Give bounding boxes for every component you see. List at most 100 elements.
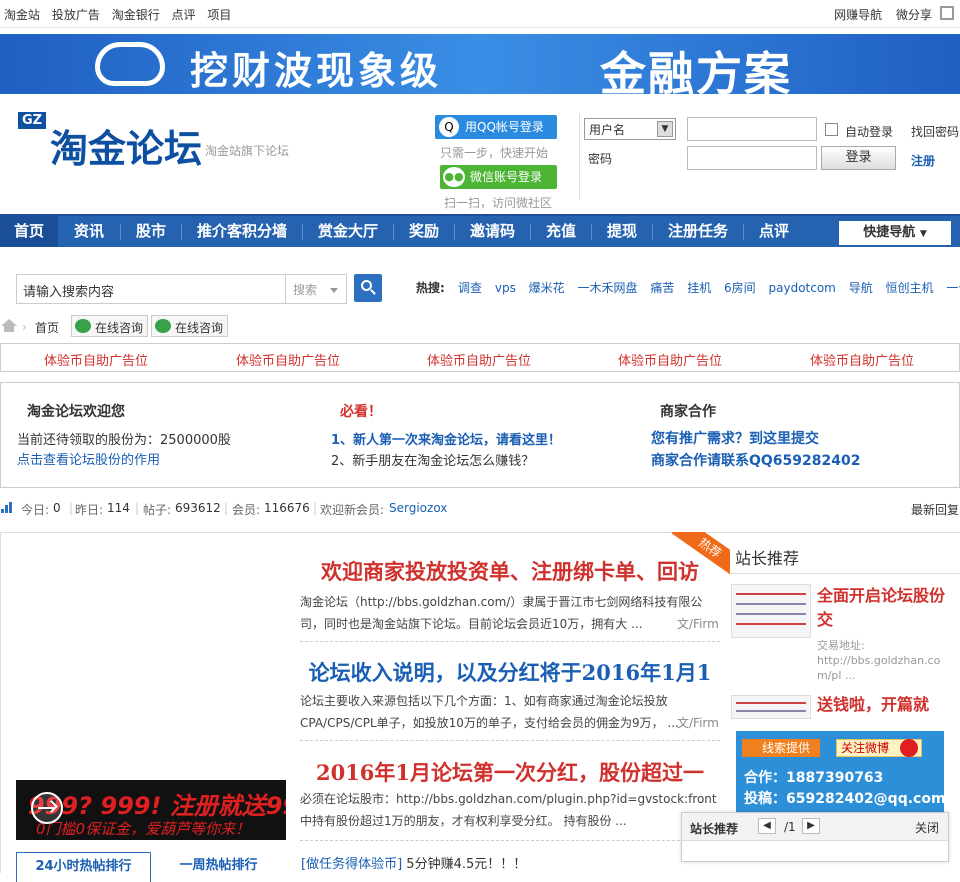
ad-slot[interactable]: 体验币自助广告位 <box>44 350 148 369</box>
article-summary: 必须在论坛股市：http://bbs.goldzhan.com/plugin.p… <box>300 792 717 828</box>
top-links: 淘金站 投放广告 淘金银行 点评 项目 <box>4 6 239 23</box>
top-link-review[interactable]: 点评 <box>172 8 196 22</box>
newest-member-link[interactable]: Sergiozox <box>389 501 447 515</box>
quick-nav-label: 快捷导航 <box>863 225 916 240</box>
posts-count: 693612 <box>175 501 221 515</box>
login-button[interactable]: 登录 <box>821 146 896 170</box>
weibo-icon[interactable] <box>900 739 918 757</box>
today-label: 今日: <box>21 503 50 517</box>
ad-slot[interactable]: 体验币自助广告位 <box>810 350 914 369</box>
hot-term[interactable]: 痛苦 <box>650 281 674 295</box>
hot-term[interactable]: 恒创主机 <box>886 281 934 295</box>
auto-login-checkbox[interactable] <box>825 123 838 136</box>
earn-money-link[interactable]: 2、新手朋友在淘金论坛怎么赚钱？ <box>331 450 534 469</box>
breadcrumb-home[interactable]: 首页 <box>35 319 59 336</box>
stats-divider: | <box>69 501 74 515</box>
ad-slot[interactable]: 体验币自助广告位 <box>618 350 722 369</box>
tab-week-hot[interactable]: 一周热帖排行 <box>151 852 286 882</box>
hot-term[interactable]: 调查 <box>458 281 482 295</box>
home-icon[interactable] <box>1 319 17 332</box>
hot-term[interactable]: 6房间 <box>724 281 756 295</box>
online-chat-button[interactable]: 在线咨询 <box>71 315 149 337</box>
top-link-ads[interactable]: 投放广告 <box>52 8 100 22</box>
hot-term[interactable]: vps <box>495 281 516 295</box>
top-link-nav[interactable]: 网赚导航 <box>834 8 882 22</box>
address-label: 交易地址: <box>817 639 865 652</box>
quick-nav-button[interactable]: 快捷导航 ▼ <box>839 221 951 245</box>
slider-text-2: 0门槛0保证金，爱葫芦等你来！ <box>36 820 251 838</box>
newbie-guide-link[interactable]: 1、新人第一次来淘金论坛，请看这里！ <box>331 429 561 448</box>
register-link[interactable]: 注册 <box>911 152 935 169</box>
recommend-headline[interactable]: 送钱啦，开篇就 <box>817 693 947 717</box>
online-chat-button[interactable]: 在线咨询 <box>151 315 229 337</box>
breadcrumb-separator: › <box>22 320 27 334</box>
auto-login-label[interactable]: 自动登录 <box>845 123 893 140</box>
clue-button[interactable]: 线索提供 <box>742 739 820 757</box>
hot-term[interactable]: 爆米花 <box>529 281 565 295</box>
hot-term[interactable]: 一木禾网盘 <box>578 281 638 295</box>
top-link-share[interactable]: 微分享 <box>896 8 932 22</box>
nav-register-task[interactable]: 注册任务 <box>653 216 743 247</box>
shares-remaining: 当前还待领取的股份为：2500000股 <box>17 433 231 448</box>
ad-slot[interactable]: 体验币自助广告位 <box>427 350 531 369</box>
yesterday-count: 114 <box>107 501 130 515</box>
username-type-select[interactable]: 用户名 ▼ <box>584 118 676 140</box>
banner-ad[interactable]: 挖财波现象级 金融方案 <box>0 34 960 94</box>
newest-member-label: 欢迎新会员: <box>320 503 385 517</box>
caret-down-icon: ▼ <box>919 229 927 239</box>
nav-rewards[interactable]: 奖励 <box>394 216 454 247</box>
qq-icon: Q <box>439 117 459 137</box>
slider-next-arrow-icon[interactable] <box>31 792 63 824</box>
username-input[interactable] <box>687 117 817 141</box>
nav-bounty-hall[interactable]: 赏金大厅 <box>303 216 393 247</box>
members-count: 116676 <box>264 501 310 515</box>
latest-reply-link[interactable]: 最新回复 <box>911 501 959 518</box>
stats-bar-icon <box>1 502 15 513</box>
article-title[interactable]: 欢迎商家投放投资单、注册绑卡单、回访 <box>300 556 720 586</box>
fullscreen-icon[interactable] <box>940 6 954 20</box>
hot-term[interactable]: 导航 <box>849 281 873 295</box>
top-link-projects[interactable]: 项目 <box>207 8 231 22</box>
find-password-link[interactable]: 找回密码 <box>911 123 959 140</box>
task-text[interactable]: 5分钟赚4.5元！！！ <box>406 857 526 872</box>
hot-term[interactable]: 挂机 <box>687 281 711 295</box>
nav-points-wall[interactable]: 推介客积分墙 <box>182 216 302 247</box>
tab-24h-hot[interactable]: 24小时热帖排行 <box>16 852 151 882</box>
article-title[interactable]: 2016年1月论坛第一次分红，股份超过一 <box>300 757 720 787</box>
nav-withdraw[interactable]: 提现 <box>592 216 652 247</box>
top-bar: 淘金站 投放广告 淘金银行 点评 项目 网赚导航 微分享 <box>0 0 960 28</box>
article-title[interactable]: 论坛收入说明，以及分红将于2016年1月1 <box>300 657 720 687</box>
article-author: 文/Firm <box>677 716 719 730</box>
search-type-select[interactable]: 搜索 <box>285 274 347 304</box>
divider <box>300 840 720 841</box>
hot-term[interactable]: 一个月 <box>946 281 960 295</box>
nav-news[interactable]: 资讯 <box>58 216 120 247</box>
search-input[interactable]: 请输入搜索内容 <box>16 274 286 304</box>
nav-home[interactable]: 首页 <box>0 216 58 247</box>
banner-text: 挖财波现象级 <box>190 49 443 93</box>
recommend-headline[interactable]: 全面开启论坛股份交 <box>817 584 947 632</box>
password-input[interactable] <box>687 146 817 170</box>
search-button[interactable] <box>354 274 382 302</box>
recommend-thumbnail[interactable] <box>731 695 811 719</box>
prev-icon[interactable]: ◀ <box>758 818 776 834</box>
stats-divider: | <box>135 501 140 515</box>
top-link-bank[interactable]: 淘金银行 <box>112 8 160 22</box>
shares-info-link[interactable]: 点击查看论坛股份的作用 <box>17 449 160 468</box>
close-button[interactable]: 关闭 <box>915 819 939 836</box>
stats-divider: | <box>313 501 318 515</box>
nav-recharge[interactable]: 充值 <box>531 216 591 247</box>
nav-invite-code[interactable]: 邀请码 <box>455 216 530 247</box>
nav-review[interactable]: 点评 <box>744 216 804 247</box>
task-row[interactable]: [做任务得体验币] 5分钟赚4.5元！！！ <box>301 853 526 872</box>
nav-stock[interactable]: 股市 <box>121 216 181 247</box>
qq-login-button[interactable]: Q 用QQ帐号登录 <box>435 115 557 139</box>
hot-term[interactable]: paydotcom <box>769 281 836 295</box>
top-link-taojinzhan[interactable]: 淘金站 <box>4 8 40 22</box>
task-tag[interactable]: [做任务得体验币] <box>301 857 402 872</box>
promo-submit-link[interactable]: 您有推广需求？到这里提交 <box>651 428 819 448</box>
ad-slot[interactable]: 体验币自助广告位 <box>236 350 340 369</box>
next-icon[interactable]: ▶ <box>802 818 820 834</box>
wechat-login-button[interactable]: ●● 微信账号登录 <box>440 165 557 189</box>
recommend-thumbnail[interactable] <box>731 584 811 638</box>
